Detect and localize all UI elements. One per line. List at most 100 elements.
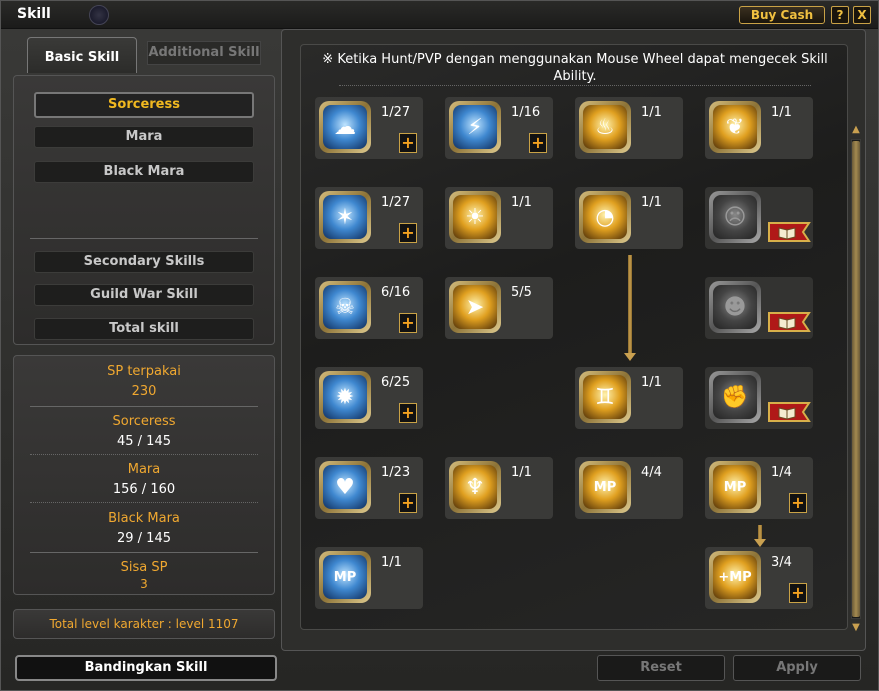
category-guild-war-skill[interactable]: Guild War Skill (34, 284, 254, 306)
skill-icon-frame[interactable]: +MP (709, 551, 761, 603)
title-bar[interactable]: Skill Buy Cash ? X (1, 1, 878, 29)
skill-slot[interactable]: ♥ 1/23 + (315, 457, 423, 519)
level-up-button[interactable]: + (789, 493, 807, 513)
skill-slot[interactable]: MP 1/1 (315, 547, 423, 609)
skill-icon-frame[interactable]: ☻ (709, 281, 761, 333)
skill-slot[interactable]: ❦ 1/1 (705, 97, 813, 159)
skill-icon-frame[interactable]: ♊ (579, 371, 631, 423)
scrollbar[interactable]: ▲ ▼ (849, 125, 863, 641)
tab-basic-skill[interactable]: Basic Skill (27, 37, 137, 73)
skull-icon: ☠ (323, 285, 367, 329)
skill-level: 1/27 (381, 195, 411, 210)
skill-level: 1/27 (381, 105, 411, 120)
scroll-down-icon[interactable]: ▼ (851, 623, 861, 633)
skill-slot[interactable]: ♊ 1/1 (575, 367, 683, 429)
star-burst-icon: ✶ (323, 195, 367, 239)
buy-cash-button[interactable]: Buy Cash (739, 6, 825, 24)
compare-skill-button[interactable]: Bandingkan Skill (15, 655, 277, 681)
reset-button[interactable]: Reset (597, 655, 725, 681)
skill-slot[interactable]: ☀ 1/1 (445, 187, 553, 249)
skill-slot[interactable]: MP 1/4 + (705, 457, 813, 519)
close-button[interactable]: X (853, 6, 871, 24)
skill-slot[interactable]: ✹ 6/25 + (315, 367, 423, 429)
skill-slot[interactable]: ✊ (705, 367, 813, 429)
skill-slot[interactable]: MP 4/4 (575, 457, 683, 519)
skill-icon-frame[interactable]: MP (579, 461, 631, 513)
skill-icon-frame[interactable]: ❦ (709, 101, 761, 153)
skill-icon-frame[interactable]: ✹ (319, 371, 371, 423)
skill-icon-frame[interactable]: ☀ (449, 191, 501, 243)
level-up-button[interactable]: + (399, 493, 417, 513)
skill-slot[interactable]: ➤ 5/5 (445, 277, 553, 339)
scroll-up-icon[interactable]: ▲ (851, 125, 861, 135)
skill-slot[interactable]: ☹ (705, 187, 813, 249)
skill-level: 3/4 (771, 555, 792, 570)
skill-icon-frame[interactable]: MP (319, 551, 371, 603)
class-black-mara[interactable]: Black Mara (34, 161, 254, 183)
skill-icon-frame[interactable]: ♥ (319, 461, 371, 513)
divider (30, 238, 258, 239)
sorceress-sp-label: Sorceress (112, 414, 176, 429)
skill-slot[interactable]: ♆ 1/1 (445, 457, 553, 519)
sp-used-value: 230 (131, 384, 157, 399)
skill-slot[interactable]: ◔ 1/1 (575, 187, 683, 249)
skill-slot[interactable]: ♨ 1/1 (575, 97, 683, 159)
skill-icon-frame[interactable]: ✊ (709, 371, 761, 423)
level-up-button[interactable]: + (399, 313, 417, 333)
apply-button[interactable]: Apply (733, 655, 861, 681)
skill-icon-frame[interactable]: ♨ (579, 101, 631, 153)
skill-icon-frame[interactable]: ♆ (449, 461, 501, 513)
figure-aura-icon: ☀ (453, 195, 497, 239)
tab-additional-skill[interactable]: Additional Skill (147, 41, 261, 65)
skill-level: 1/1 (771, 105, 792, 120)
skill-level: 1/4 (771, 465, 792, 480)
sp-used-label: SP terpakai (107, 364, 181, 379)
skill-icon-frame[interactable]: ➤ (449, 281, 501, 333)
skill-slot[interactable]: ☻ (705, 277, 813, 339)
category-total-skill[interactable]: Total skill (34, 318, 254, 340)
skill-level: 1/16 (511, 105, 541, 120)
level-up-button[interactable]: + (789, 583, 807, 603)
help-button[interactable]: ? (831, 6, 849, 24)
skill-level: 1/1 (641, 195, 662, 210)
skill-level: 1/1 (511, 465, 532, 480)
level-up-button[interactable]: + (529, 133, 547, 153)
class-sorceress[interactable]: Sorceress (34, 92, 254, 118)
level-up-button[interactable]: + (399, 403, 417, 423)
skill-grid: ※ Ketika Hunt/PVP dengan menggunakan Mou… (300, 44, 861, 633)
remaining-sp-value: 3 (140, 577, 148, 591)
total-level: Total level karakter : level 1107 (13, 609, 275, 639)
skill-icon-frame[interactable]: ◔ (579, 191, 631, 243)
category-secondary-skills[interactable]: Secondary Skills (34, 251, 254, 273)
class-mara[interactable]: Mara (34, 126, 254, 148)
level-up-button[interactable]: + (399, 223, 417, 243)
cloud-icon: ☁ (323, 105, 367, 149)
skill-icon-frame[interactable]: ☹ (709, 191, 761, 243)
divider (30, 406, 258, 407)
skill-slot[interactable]: ✶ 1/27 + (315, 187, 423, 249)
prerequisite-arrow (628, 255, 632, 355)
bird-icon: ❦ (713, 105, 757, 149)
sorceress-sp-value: 45 / 145 (117, 434, 171, 449)
skill-icon-frame[interactable]: ✶ (319, 191, 371, 243)
skill-slot[interactable]: ☠ 6/16 + (315, 277, 423, 339)
running-man-icon: ➤ (453, 285, 497, 329)
skill-icon-frame[interactable]: MP (709, 461, 761, 513)
skill-slot[interactable]: ☁ 1/27 + (315, 97, 423, 159)
skill-level: 6/16 (381, 285, 411, 300)
arrow-head (624, 353, 636, 361)
skill-icon-frame[interactable]: ☠ (319, 281, 371, 333)
skill-icon-frame[interactable]: ⚡ (449, 101, 501, 153)
skill-level: 1/1 (641, 105, 662, 120)
arrow-head (754, 539, 766, 547)
skill-slot[interactable]: +MP 3/4 + (705, 547, 813, 609)
double-figure-icon: ♊ (583, 375, 627, 419)
mp-potion-icon: MP (323, 555, 367, 599)
heart-burst-icon: ♥ (323, 465, 367, 509)
skill-window: Skill Buy Cash ? X Basic Skill Additiona… (0, 0, 879, 691)
skill-icon-frame[interactable]: ☁ (319, 101, 371, 153)
level-up-button[interactable]: + (399, 133, 417, 153)
skill-slot[interactable]: ⚡ 1/16 + (445, 97, 553, 159)
scroll-thumb[interactable] (852, 141, 860, 617)
mara-sp-value: 156 / 160 (112, 482, 176, 497)
